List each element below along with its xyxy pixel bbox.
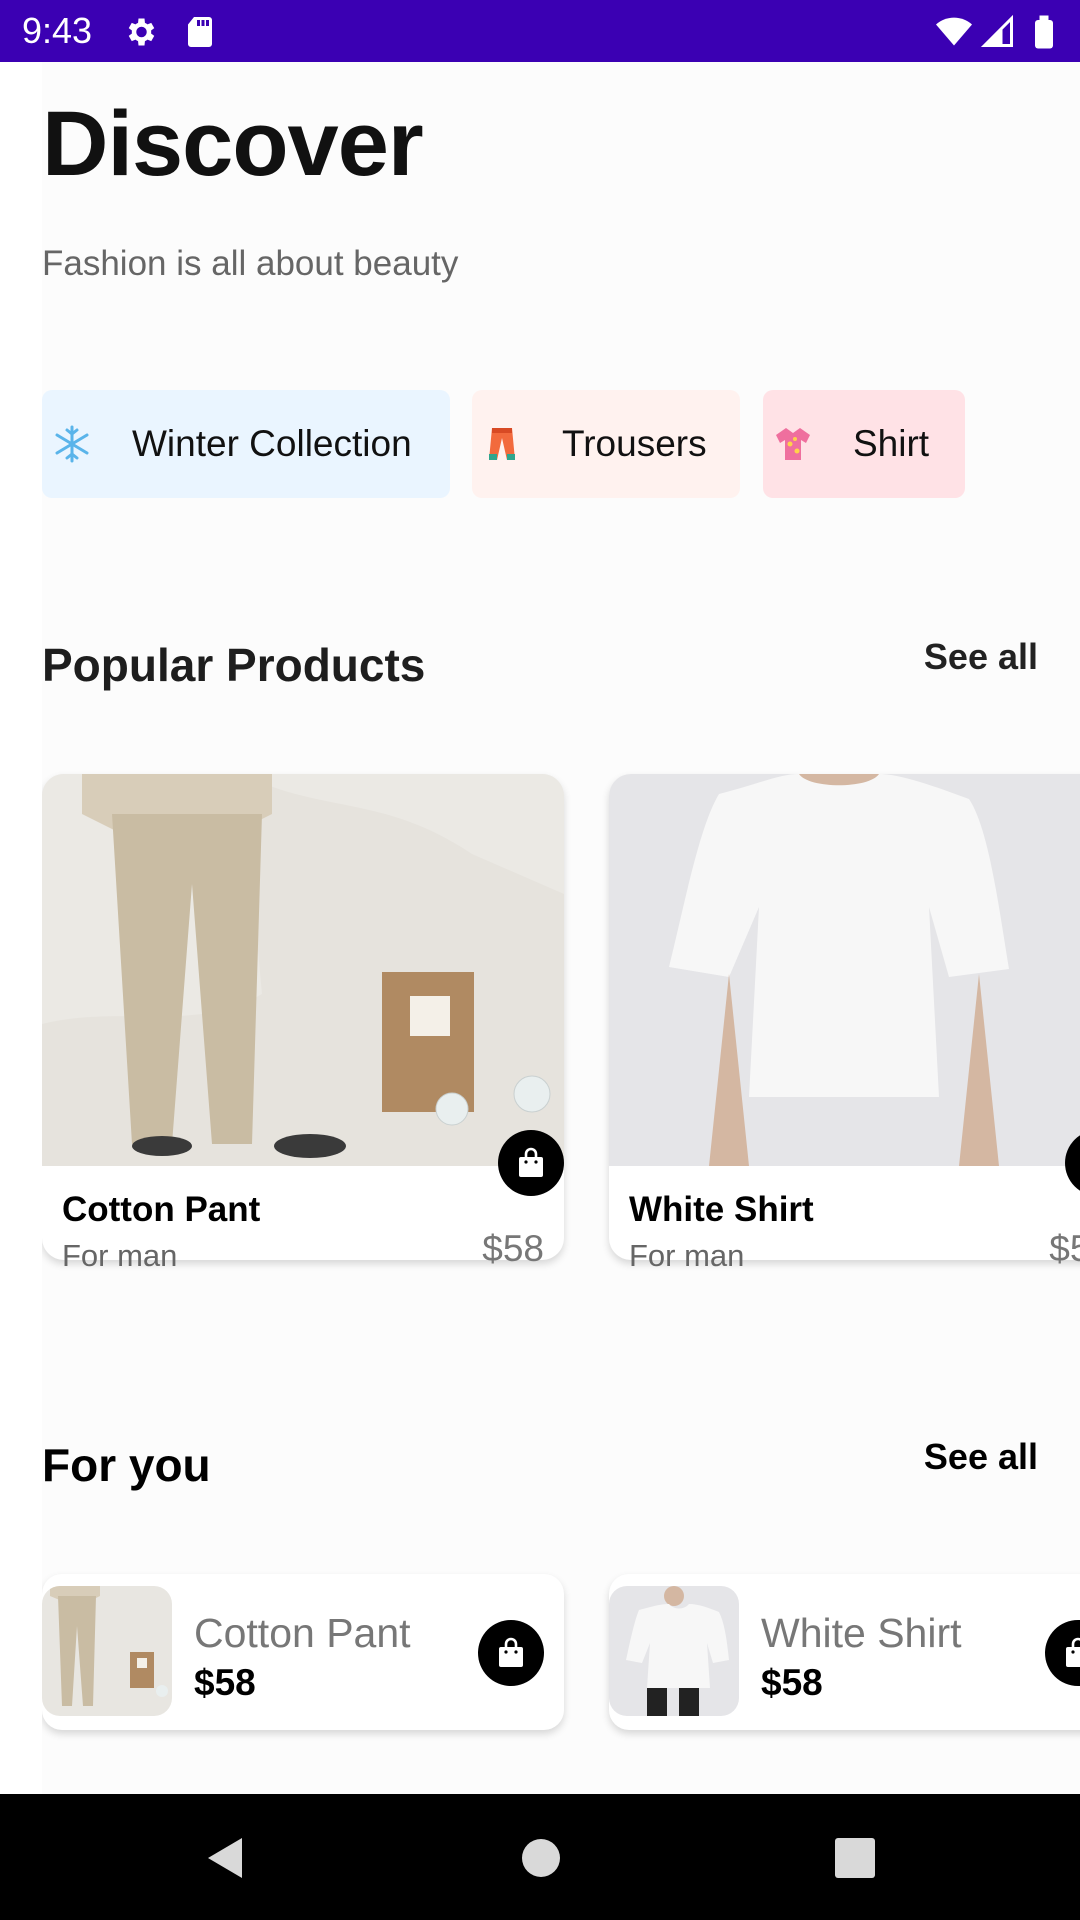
trousers-icon	[489, 428, 515, 460]
home-icon[interactable]	[517, 1834, 565, 1882]
product-name: Cotton Pant	[62, 1190, 261, 1229]
for-you-item-name: Cotton Pant	[194, 1610, 411, 1656]
product-card-cotton-pant[interactable]: Cotton Pant For man $58	[42, 774, 564, 1273]
shopping-bag-icon	[1066, 1637, 1080, 1667]
for-you-item-price: $58	[194, 1662, 256, 1703]
product-name: White Shirt	[629, 1190, 814, 1229]
popular-see-all-link[interactable]: See all	[924, 636, 1038, 678]
add-to-cart-button[interactable]	[1045, 1620, 1080, 1686]
category-label: Trousers	[562, 423, 707, 464]
page-title: Discover	[42, 93, 424, 195]
snowflake-icon	[55, 425, 89, 463]
wifi-icon	[936, 17, 972, 46]
product-subtitle: For man	[629, 1238, 745, 1273]
content-area[interactable]: Discover Fashion is all about beauty Win…	[42, 62, 1080, 1794]
cotton-pant-photo	[42, 774, 564, 1166]
product-card-white-shirt[interactable]: White Shirt For man $58	[609, 774, 1080, 1273]
product-price: $58	[482, 1228, 544, 1269]
for-you-item-white-shirt[interactable]: White Shirt $58	[609, 1574, 1080, 1730]
white-shirt-thumbnail	[609, 1586, 739, 1716]
shirt-icon	[776, 428, 810, 460]
recents-icon[interactable]	[831, 1834, 879, 1882]
for-you-title: For you	[42, 1439, 211, 1491]
page-subtitle: Fashion is all about beauty	[42, 244, 459, 283]
back-icon[interactable]	[202, 1834, 250, 1882]
cotton-pant-thumbnail	[42, 1586, 172, 1716]
product-subtitle: For man	[62, 1238, 178, 1273]
category-chip-shirt[interactable]: Shirt	[763, 390, 965, 498]
battery-icon	[1035, 15, 1053, 49]
for-you-see-all-link[interactable]: See all	[924, 1436, 1038, 1478]
category-label: Winter Collection	[132, 423, 412, 464]
status-time: 9:43	[22, 10, 93, 51]
for-you-item-name: White Shirt	[761, 1610, 962, 1656]
category-chip-winter-collection[interactable]: Winter Collection	[42, 390, 450, 498]
gear-icon	[128, 18, 155, 46]
category-label: Shirt	[853, 423, 930, 464]
navigation-bar	[0, 1794, 1080, 1920]
for-you-item-cotton-pant[interactable]: Cotton Pant $58	[42, 1574, 564, 1730]
popular-products-title: Popular Products	[42, 639, 426, 691]
add-to-cart-button[interactable]	[498, 1130, 564, 1196]
add-to-cart-button[interactable]	[478, 1620, 544, 1686]
signal-icon	[980, 14, 1013, 47]
category-chip-trousers[interactable]: Trousers	[472, 390, 740, 498]
shopping-bag-icon	[519, 1147, 543, 1177]
white-shirt-photo	[609, 774, 1080, 1166]
status-bar: 9:43	[0, 0, 1080, 62]
product-price: $58	[1049, 1228, 1080, 1269]
sd-card-icon	[188, 17, 212, 47]
for-you-item-price: $58	[761, 1662, 823, 1703]
shopping-bag-icon	[499, 1637, 523, 1667]
